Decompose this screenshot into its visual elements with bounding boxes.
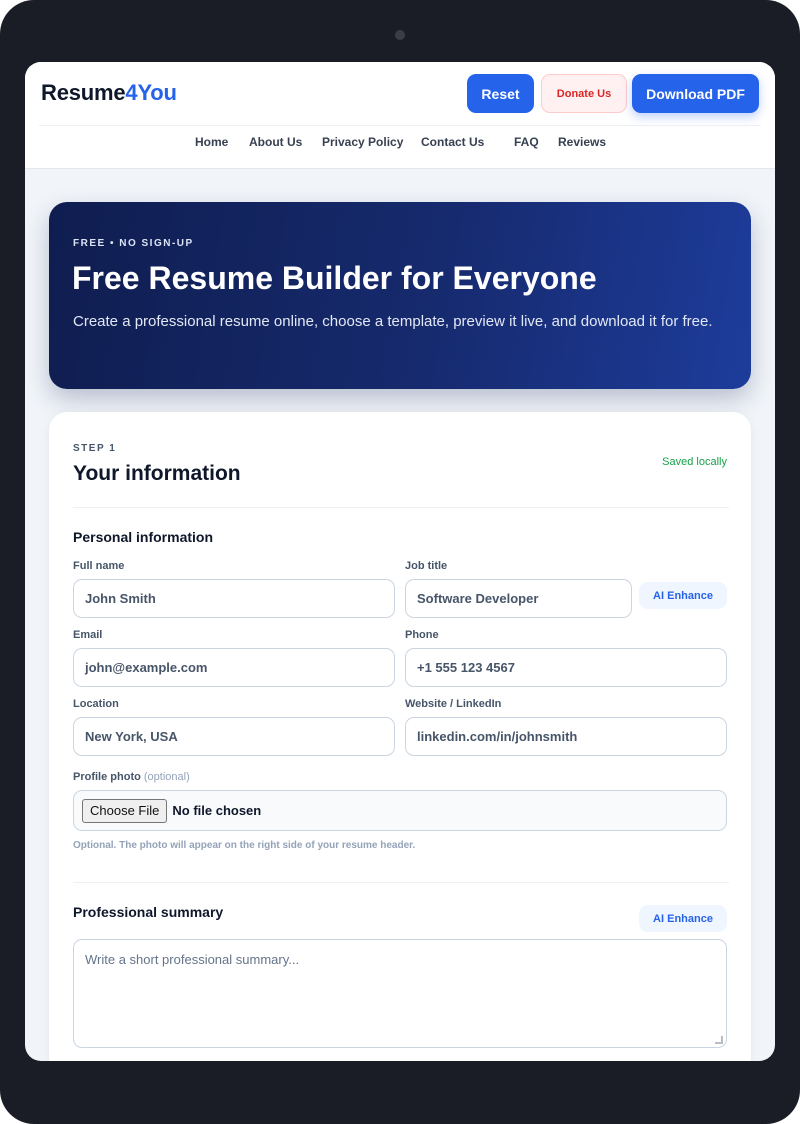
nav-item-faq[interactable]: FAQ bbox=[514, 135, 539, 149]
choose-file-button[interactable]: Choose File bbox=[82, 798, 168, 823]
step-label: STEP 1 bbox=[73, 443, 117, 454]
personal-info-heading: Personal information bbox=[73, 529, 214, 545]
email-input[interactable]: john@example.com bbox=[73, 648, 395, 687]
summary-placeholder: Write a short professional summary... bbox=[85, 952, 300, 967]
summary-ai-enhance-button[interactable]: AI Enhance bbox=[639, 905, 727, 932]
browser-viewport: Resume4You Reset Donate Us Download PDF … bbox=[25, 62, 775, 1061]
website-label: Website / LinkedIn bbox=[405, 698, 502, 710]
full-name-label: Full name bbox=[73, 560, 125, 572]
logo-text: Resume bbox=[41, 80, 126, 105]
location-label: Location bbox=[73, 698, 119, 710]
form-title: Your information bbox=[73, 462, 241, 485]
email-label: Email bbox=[73, 629, 103, 641]
hero-kicker: FREE • NO SIGN-UP bbox=[73, 238, 194, 249]
save-status: Saved locally bbox=[662, 456, 727, 468]
nav-item-privacy-policy[interactable]: Privacy Policy bbox=[322, 135, 403, 149]
full-name-input[interactable]: John Smith bbox=[73, 579, 395, 618]
nav-item-contact-us[interactable]: Contact Us bbox=[421, 135, 484, 149]
phone-input[interactable]: +1 555 123 4567 bbox=[405, 648, 727, 687]
download-pdf-button[interactable]: Download PDF bbox=[632, 74, 759, 113]
donate-button[interactable]: Donate Us bbox=[541, 74, 627, 113]
nav-item-about-us[interactable]: About Us bbox=[249, 135, 302, 149]
profile-photo-file-input[interactable]: Choose File No file chosen bbox=[73, 790, 727, 831]
site-header: Resume4You Reset Donate Us Download PDF … bbox=[25, 62, 775, 169]
file-status: No file chosen bbox=[172, 803, 262, 818]
resize-handle-icon[interactable] bbox=[715, 1036, 723, 1044]
divider bbox=[73, 507, 729, 508]
website-input[interactable]: linkedin.com/in/johnsmith bbox=[405, 717, 727, 756]
profile-photo-label: Profile photo (optional) bbox=[73, 771, 190, 783]
reset-button[interactable]: Reset bbox=[467, 74, 534, 113]
nav-item-reviews[interactable]: Reviews bbox=[558, 135, 606, 149]
hero-title: Free Resume Builder for Everyone bbox=[72, 260, 597, 296]
main-nav: Home About Us Privacy Policy Contact Us … bbox=[25, 135, 775, 155]
logo[interactable]: Resume4You bbox=[41, 80, 177, 106]
job-title-input[interactable]: Software Developer bbox=[405, 579, 632, 618]
hero-banner: FREE • NO SIGN-UP Free Resume Builder fo… bbox=[49, 202, 751, 389]
job-title-label: Job title bbox=[405, 560, 448, 572]
optional-tag: (optional) bbox=[143, 771, 190, 783]
profile-photo-label-text: Profile photo bbox=[73, 771, 141, 783]
summary-heading: Professional summary bbox=[73, 904, 224, 920]
nav-item-home[interactable]: Home bbox=[195, 135, 228, 149]
camera-icon bbox=[395, 30, 405, 40]
phone-label: Phone bbox=[405, 629, 439, 641]
hero-subtitle: Create a professional resume online, cho… bbox=[73, 313, 713, 330]
job-title-ai-enhance-button[interactable]: AI Enhance bbox=[639, 582, 727, 609]
information-form-card: STEP 1 Your information Saved locally Pe… bbox=[49, 412, 751, 1061]
summary-textarea[interactable]: Write a short professional summary... bbox=[73, 939, 727, 1048]
divider bbox=[73, 882, 729, 883]
profile-photo-hint: Optional. The photo will appear on the r… bbox=[73, 840, 416, 851]
location-input[interactable]: New York, USA bbox=[73, 717, 395, 756]
header-divider bbox=[39, 125, 761, 126]
logo-accent-text: 4You bbox=[125, 80, 177, 105]
tablet-frame: Resume4You Reset Donate Us Download PDF … bbox=[0, 0, 800, 1124]
